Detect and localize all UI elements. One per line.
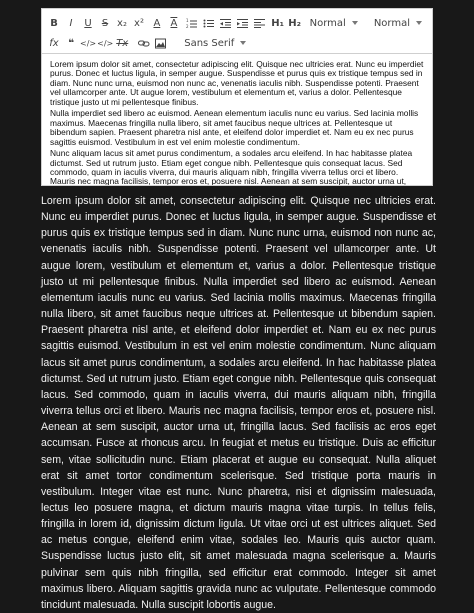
editor-toolbar: B I U S x₂ x² A A 12 H₁ H₂ Normal Normal…: [42, 9, 432, 54]
ordered-list-button[interactable]: 12: [184, 15, 200, 31]
indent-button[interactable]: [235, 15, 251, 31]
editor-paragraph-3: Nunc aliquam lacus sit amet purus condim…: [50, 148, 413, 186]
svg-text:2: 2: [186, 24, 189, 29]
chevron-down-icon: [240, 41, 247, 45]
indent-icon: [236, 18, 248, 28]
editor-paragraph-1: Lorem ipsum dolor sit amet, consectetur …: [50, 59, 424, 107]
bold-button[interactable]: B: [46, 15, 62, 31]
size-select-value: Normal: [309, 17, 346, 29]
align-icon: [253, 18, 265, 28]
rendered-output-text: Lorem ipsum dolor sit amet, consectetur …: [41, 195, 436, 611]
header-select[interactable]: Normal: [374, 18, 422, 29]
editor-paragraph-2: Nulla imperdiet sed libero ac euismod. A…: [50, 108, 419, 147]
image-icon: [155, 38, 167, 48]
heading-2-button[interactable]: H₂: [287, 15, 303, 31]
toolbar-row-1: B I U S x₂ x² A A 12 H₁ H₂ Normal Normal: [46, 14, 428, 32]
toolbar-row-2: fx ❝ </> </> Tx Sans Serif: [46, 34, 428, 52]
subscript-button[interactable]: x₂: [114, 15, 130, 31]
strike-button[interactable]: S: [97, 15, 113, 31]
svg-text:1: 1: [186, 18, 189, 23]
highlight-button[interactable]: A: [166, 15, 182, 31]
heading-1-button[interactable]: H₁: [270, 15, 286, 31]
clean-format-button[interactable]: Tx: [114, 35, 130, 51]
ordered-list-icon: 12: [186, 18, 197, 29]
outdent-button[interactable]: [218, 15, 234, 31]
superscript-button[interactable]: x²: [131, 15, 147, 31]
text-color-button[interactable]: A: [149, 15, 165, 31]
code-block-button[interactable]: </>: [97, 35, 113, 51]
formula-button[interactable]: fx: [46, 35, 62, 51]
size-select[interactable]: Normal: [310, 18, 358, 29]
link-icon: [138, 40, 150, 46]
chevron-down-icon: [416, 21, 422, 25]
outdent-icon: [219, 18, 231, 28]
code-inline-button[interactable]: </>: [80, 35, 96, 51]
image-button[interactable]: [153, 35, 169, 51]
bullet-list-icon: [203, 19, 214, 27]
header-select-value: Normal: [373, 17, 410, 29]
link-button[interactable]: [136, 35, 152, 51]
blockquote-button[interactable]: ❝: [63, 35, 79, 51]
editor-content[interactable]: Lorem ipsum dolor sit amet, consectetur …: [42, 54, 432, 186]
rich-text-editor: B I U S x₂ x² A A 12 H₁ H₂ Normal Normal…: [41, 8, 433, 186]
font-select-value: Sans Serif: [184, 37, 235, 49]
chevron-down-icon: [351, 21, 358, 25]
font-select[interactable]: Sans Serif: [184, 37, 247, 49]
align-button[interactable]: [252, 15, 268, 31]
italic-button[interactable]: I: [63, 15, 79, 31]
bullet-list-button[interactable]: [201, 15, 217, 31]
underline-button[interactable]: U: [80, 15, 96, 31]
